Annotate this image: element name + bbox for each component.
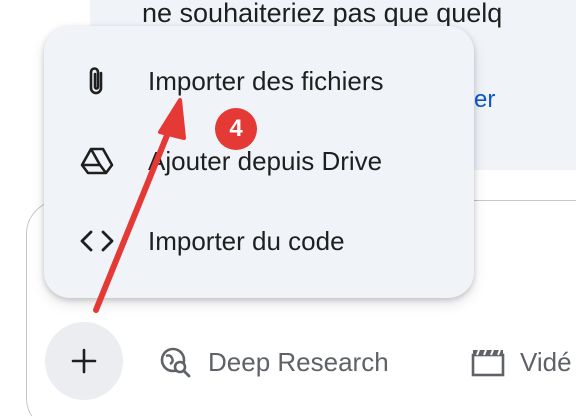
app-stage: ne souhaiteriez pas que quelq er Deep Re… bbox=[0, 0, 576, 416]
deep-research-button[interactable]: Deep Research bbox=[158, 343, 389, 381]
code-brackets-icon bbox=[80, 224, 114, 258]
paperclip-icon bbox=[80, 64, 114, 98]
menu-item-label: Importer des fichiers bbox=[148, 65, 384, 96]
menu-item-label: Ajouter depuis Drive bbox=[148, 145, 383, 176]
menu-item-add-from-drive[interactable]: Ajouter depuis Drive bbox=[44, 130, 474, 192]
google-drive-icon bbox=[80, 144, 114, 178]
previous-response-link[interactable]: er bbox=[474, 86, 495, 114]
video-label: Vidé bbox=[520, 346, 572, 377]
upload-menu: Importer des fichiers Ajouter depuis Dri… bbox=[44, 26, 474, 298]
plus-icon bbox=[71, 348, 97, 374]
add-content-button[interactable] bbox=[45, 322, 123, 400]
video-button[interactable]: Vidé bbox=[470, 343, 572, 381]
menu-item-import-code[interactable]: Importer du code bbox=[44, 210, 474, 272]
step-number-badge: 4 bbox=[215, 108, 257, 150]
deep-research-label: Deep Research bbox=[208, 346, 389, 377]
previous-response-text: ne souhaiteriez pas que quelq bbox=[142, 0, 503, 28]
deep-research-icon bbox=[160, 347, 191, 378]
menu-item-label: Importer du code bbox=[148, 225, 345, 256]
video-clapper-icon bbox=[471, 349, 505, 377]
menu-item-import-files[interactable]: Importer des fichiers bbox=[44, 50, 474, 112]
